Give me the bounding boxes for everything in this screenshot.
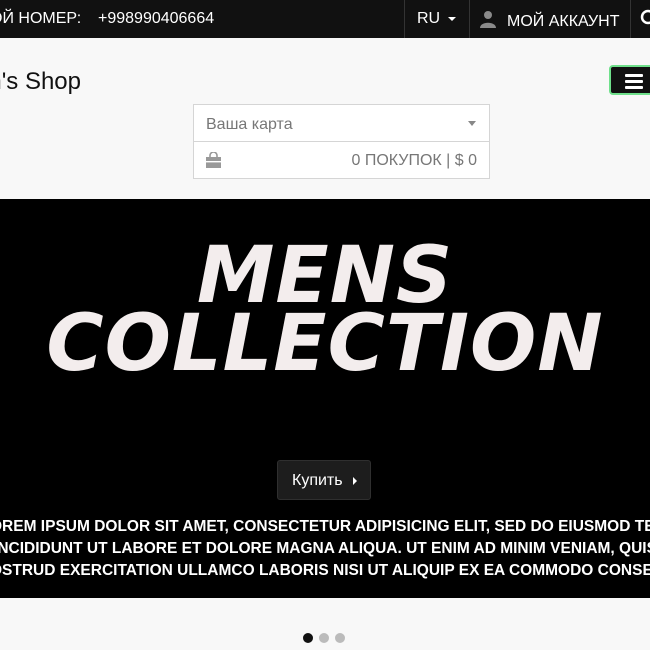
phone-number[interactable]: +998990406664 (98, 10, 214, 28)
buy-button[interactable]: Купить (277, 460, 371, 500)
account-link[interactable]: МОЙ АККАУНТ (479, 10, 620, 31)
phone-label: ОЙ НОМЕР: (0, 10, 82, 27)
account-label: МОЙ АККАУНТ (507, 13, 620, 30)
hero-title-line2: COLLECTION (46, 299, 604, 389)
cart-summary[interactable]: 0 ПОКУПОК | $ 0 (194, 142, 489, 179)
shop-title[interactable]: en's Shop (0, 68, 81, 96)
shopping-bag-icon (206, 152, 221, 168)
language-label: RU (417, 10, 441, 27)
language-dropdown[interactable]: RU (417, 10, 457, 28)
divider (469, 0, 470, 38)
hero-description-line: INCIDIDUNT UT LABORE ET DOLORE MAGNA ALI… (0, 540, 650, 557)
hamburger-icon (625, 74, 643, 92)
carousel-indicators (303, 630, 351, 643)
caret-down-icon (468, 121, 476, 126)
cart-select-value: Ваша карта (206, 116, 293, 133)
carousel-dot[interactable] (319, 633, 329, 643)
cart-summary-text: 0 ПОКУПОК | $ 0 (351, 152, 477, 169)
carousel-dot[interactable] (303, 633, 313, 643)
caret-down-icon (448, 16, 457, 21)
hero-description-line: OSTRUD EXERCITATION ULLAMCO LABORIS NISI… (0, 562, 650, 579)
search-icon[interactable] (640, 9, 650, 29)
buy-button-label: Купить (292, 472, 343, 489)
top-bar: ОЙ НОМЕР: +998990406664 RU МОЙ АККАУНТ (0, 0, 650, 38)
cart-widget: Ваша карта 0 ПОКУПОК | $ 0 (193, 104, 490, 179)
cart-select[interactable]: Ваша карта (194, 105, 489, 142)
hero-banner: MENS COLLECTION Купить OREM IPSUM DOLOR … (0, 199, 650, 598)
carousel-dot[interactable] (335, 633, 345, 643)
caret-right-icon (353, 477, 357, 485)
user-icon (480, 11, 496, 28)
divider (630, 0, 631, 38)
divider (404, 0, 405, 38)
hero-description-line: OREM IPSUM DOLOR SIT AMET, CONSECTETUR A… (0, 518, 650, 535)
hero-description: OREM IPSUM DOLOR SIT AMET, CONSECTETUR A… (0, 516, 650, 582)
menu-toggle-button[interactable] (609, 65, 650, 95)
